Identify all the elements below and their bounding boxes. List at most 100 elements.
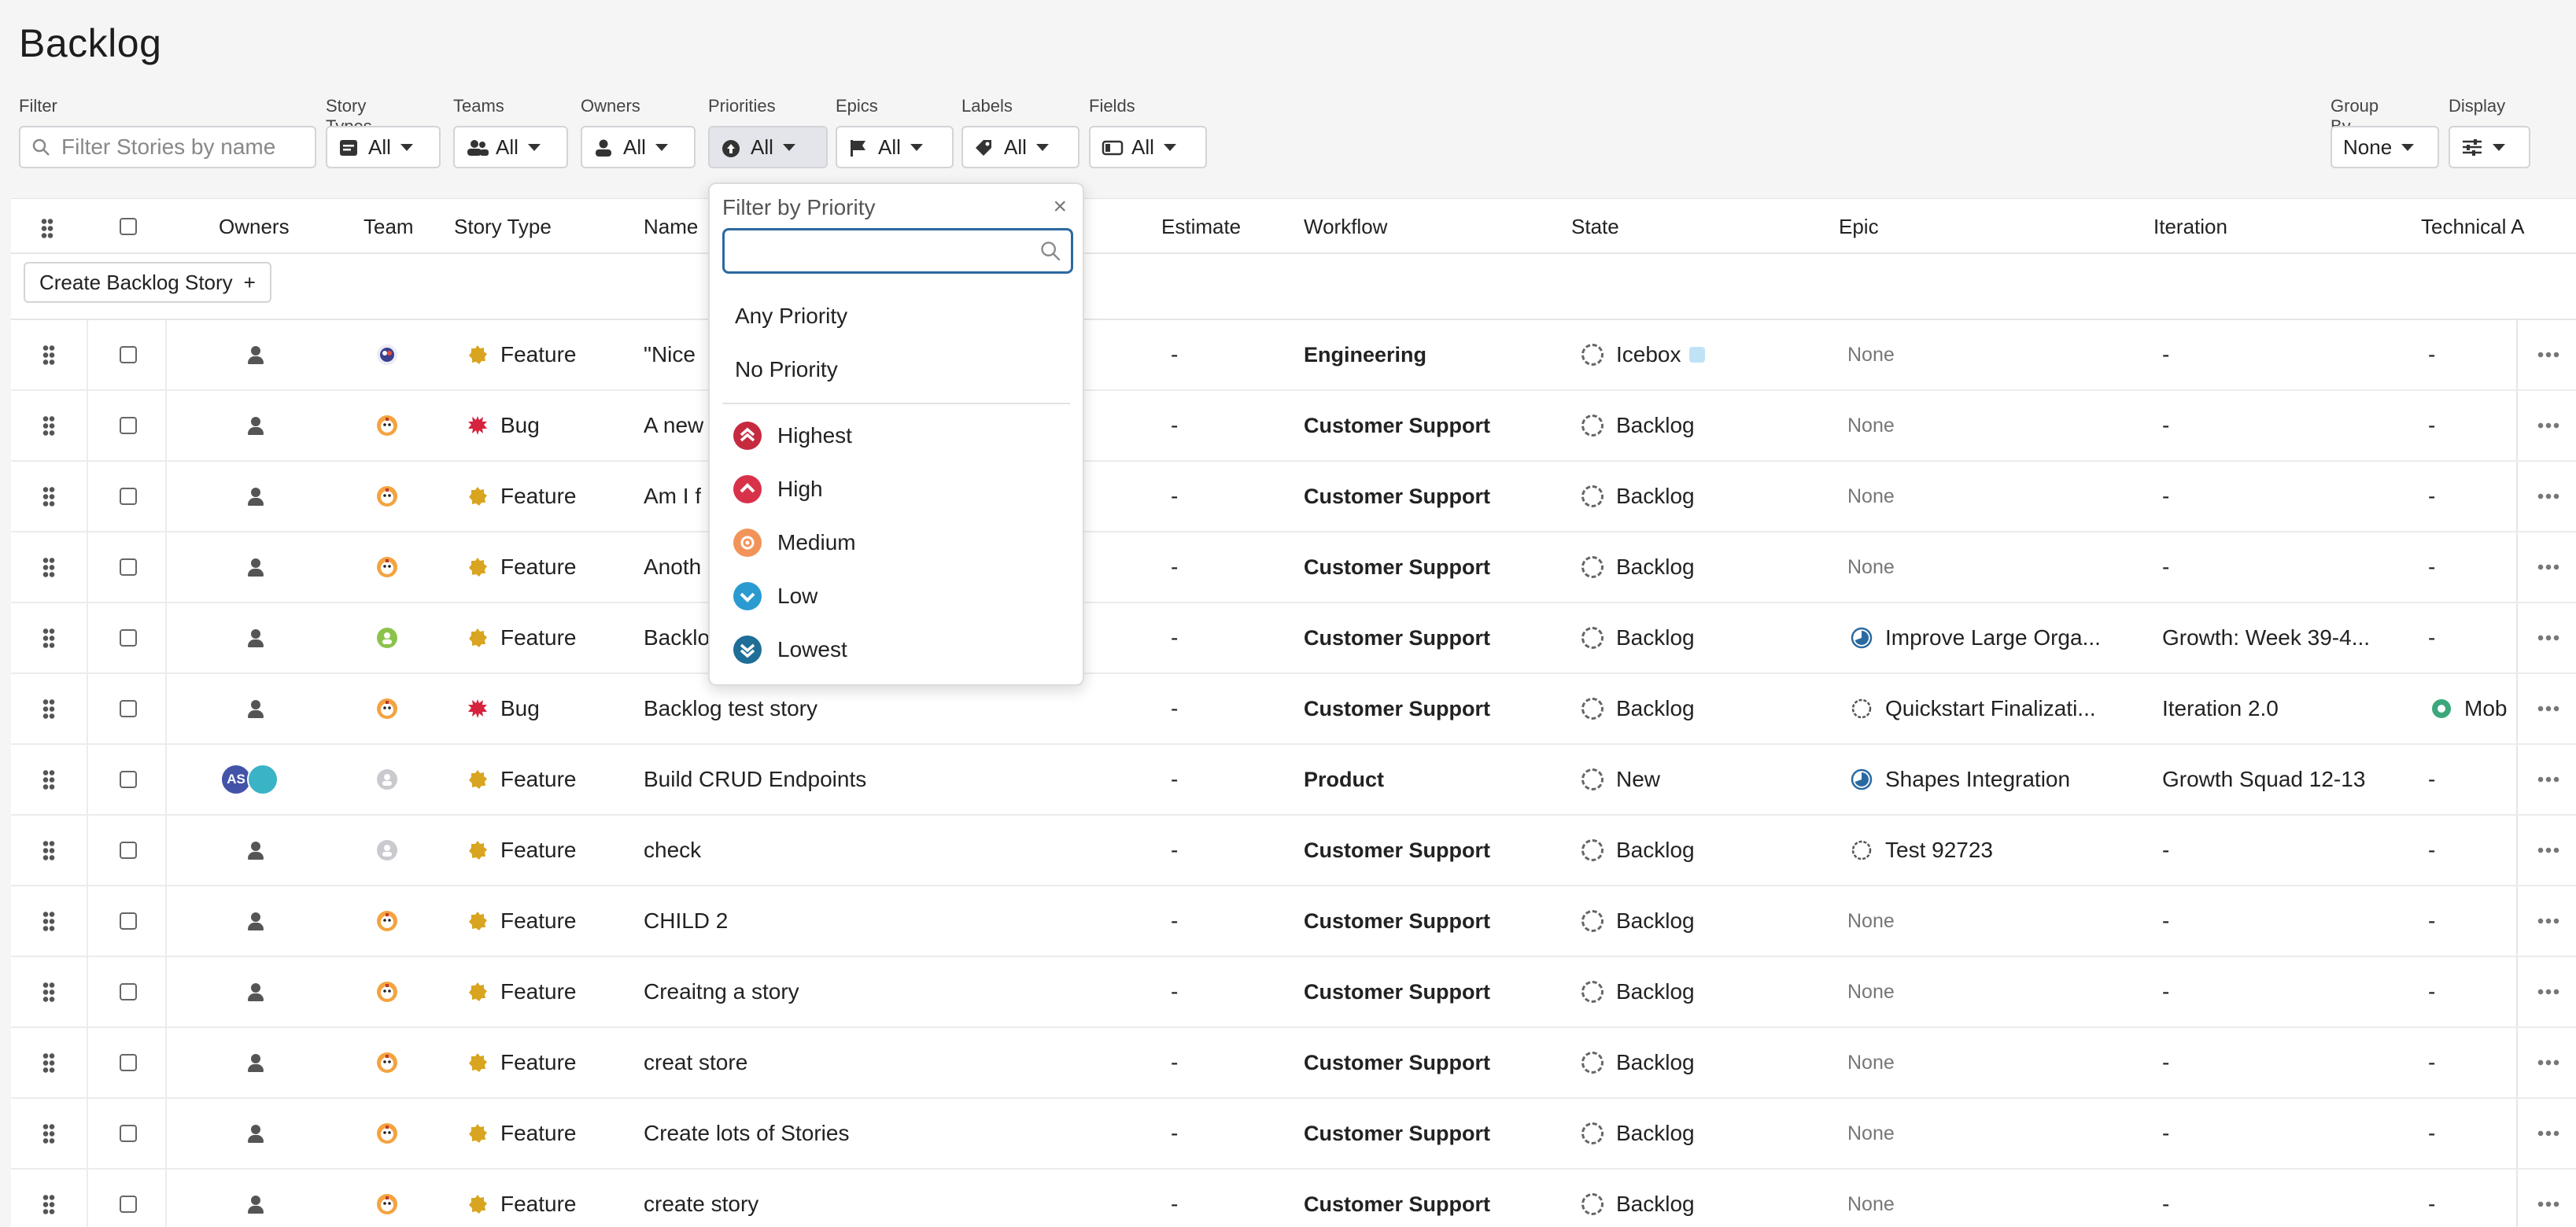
story-name-cell[interactable]: check: [644, 816, 701, 885]
owners-cell[interactable]: [245, 1099, 266, 1168]
epic-cell[interactable]: None: [1847, 957, 1895, 1026]
table-row[interactable]: Feature CHILD 2 - Customer Support Backlog No…: [11, 886, 2576, 957]
more-options-button[interactable]: [2537, 886, 2560, 956]
state-cell[interactable]: Backlog: [1581, 1028, 1695, 1097]
story-name-cell[interactable]: Create lots of Stories: [644, 1099, 849, 1168]
technical-area-cell[interactable]: -: [2428, 745, 2435, 814]
iteration-cell[interactable]: -: [2162, 532, 2169, 602]
column-header-owners[interactable]: Owners: [219, 199, 290, 254]
iteration-cell[interactable]: Iteration 2.0: [2162, 674, 2279, 743]
team-cell[interactable]: [376, 674, 398, 743]
more-options-button[interactable]: [2537, 957, 2560, 1026]
technical-area-cell[interactable]: -: [2428, 1099, 2435, 1168]
owners-cell[interactable]: [245, 674, 266, 743]
drag-handle[interactable]: [42, 320, 55, 389]
row-checkbox[interactable]: [120, 320, 137, 389]
estimate-cell[interactable]: -: [1171, 886, 1178, 956]
estimate-cell[interactable]: -: [1171, 320, 1178, 389]
story-name-cell[interactable]: CHILD 2: [644, 886, 728, 956]
technical-area-cell[interactable]: -: [2428, 391, 2435, 460]
drag-handle[interactable]: [42, 1028, 55, 1097]
more-options-button[interactable]: [2537, 816, 2560, 885]
story-name-cell[interactable]: Creaitng a story: [644, 957, 799, 1026]
close-icon[interactable]: ×: [1053, 193, 1067, 220]
row-checkbox[interactable]: [120, 886, 137, 956]
column-header-estimate[interactable]: Estimate: [1161, 199, 1241, 254]
priority-search-field[interactable]: [722, 228, 1073, 274]
table-row[interactable]: Feature "Nice - Engineering Icebox None - -: [11, 320, 2576, 391]
drag-handle[interactable]: [42, 603, 55, 672]
drag-handle[interactable]: [42, 674, 55, 743]
priority-option-low[interactable]: Low: [710, 571, 1083, 621]
table-row[interactable]: Feature Am I f - Customer Support Backlog Non…: [11, 462, 2576, 532]
state-cell[interactable]: Backlog: [1581, 1099, 1695, 1168]
team-cell[interactable]: [376, 816, 398, 885]
story-type-cell[interactable]: Feature: [467, 532, 577, 602]
technical-area-cell[interactable]: -: [2428, 603, 2435, 672]
row-checkbox[interactable]: [120, 1170, 137, 1227]
more-options-button[interactable]: [2537, 1170, 2560, 1227]
iteration-cell[interactable]: -: [2162, 1170, 2169, 1227]
more-options-button[interactable]: [2537, 674, 2560, 743]
drag-handle[interactable]: [42, 745, 55, 814]
team-cell[interactable]: [376, 320, 398, 389]
iteration-cell[interactable]: -: [2162, 816, 2169, 885]
row-checkbox[interactable]: [120, 462, 137, 531]
iteration-cell[interactable]: Growth: Week 39-4...: [2162, 603, 2370, 672]
owners-cell[interactable]: [245, 603, 266, 672]
table-row[interactable]: Feature create story - Customer Support Back…: [11, 1170, 2576, 1227]
story-type-cell[interactable]: Feature: [467, 462, 577, 531]
owners-cell[interactable]: [245, 1028, 266, 1097]
more-options-button[interactable]: [2537, 1028, 2560, 1097]
story-name-cell[interactable]: Am I f: [644, 462, 701, 531]
estimate-cell[interactable]: -: [1171, 1028, 1178, 1097]
story-search-field[interactable]: [19, 126, 316, 168]
epic-cell[interactable]: None: [1847, 391, 1895, 460]
estimate-cell[interactable]: -: [1171, 603, 1178, 672]
more-options-button[interactable]: [2537, 320, 2560, 389]
row-checkbox[interactable]: [120, 816, 137, 885]
group-by-dropdown[interactable]: None: [2331, 126, 2439, 168]
owners-cell[interactable]: [245, 886, 266, 956]
iteration-cell[interactable]: -: [2162, 1028, 2169, 1097]
team-cell[interactable]: [376, 1170, 398, 1227]
story-name-cell[interactable]: Backlo: [644, 603, 710, 672]
state-cell[interactable]: Backlog: [1581, 1170, 1695, 1227]
team-cell[interactable]: [376, 603, 398, 672]
technical-area-cell[interactable]: -: [2428, 532, 2435, 602]
iteration-cell[interactable]: -: [2162, 462, 2169, 531]
epic-cell[interactable]: None: [1847, 886, 1895, 956]
priority-option-highest[interactable]: Highest: [710, 411, 1083, 461]
drag-handle[interactable]: [42, 886, 55, 956]
table-row[interactable]: Feature check - Customer Support Backlog Test…: [11, 816, 2576, 886]
priority-search-input[interactable]: [731, 230, 1030, 270]
owners-cell[interactable]: [245, 391, 266, 460]
priority-option-medium[interactable]: Medium: [710, 518, 1083, 568]
story-types-filter-button[interactable]: All: [326, 126, 441, 168]
story-name-cell[interactable]: creat store: [644, 1028, 747, 1097]
drag-all-handle[interactable]: [41, 218, 54, 238]
owners-filter-button[interactable]: All: [581, 126, 696, 168]
epic-cell[interactable]: None: [1847, 532, 1895, 602]
table-row[interactable]: Feature Creaitng a story - Customer Support…: [11, 957, 2576, 1028]
drag-handle[interactable]: [42, 391, 55, 460]
column-header-name[interactable]: Name: [644, 199, 698, 254]
iteration-cell[interactable]: -: [2162, 320, 2169, 389]
priority-option-high[interactable]: High: [710, 464, 1083, 514]
story-type-cell[interactable]: Feature: [467, 603, 577, 672]
owners-cell[interactable]: [245, 320, 266, 389]
estimate-cell[interactable]: -: [1171, 391, 1178, 460]
estimate-cell[interactable]: -: [1171, 816, 1178, 885]
more-options-button[interactable]: [2537, 1099, 2560, 1168]
epic-cell[interactable]: None: [1847, 320, 1895, 389]
technical-area-cell[interactable]: -: [2428, 320, 2435, 389]
iteration-cell[interactable]: -: [2162, 1099, 2169, 1168]
team-cell[interactable]: [376, 532, 398, 602]
state-cell[interactable]: New: [1581, 745, 1660, 814]
iteration-cell[interactable]: -: [2162, 957, 2169, 1026]
create-backlog-story-button[interactable]: Create Backlog Story +: [24, 262, 271, 303]
priority-option-any[interactable]: Any Priority: [710, 291, 1083, 341]
technical-area-cell[interactable]: -: [2428, 816, 2435, 885]
estimate-cell[interactable]: -: [1171, 532, 1178, 602]
table-row[interactable]: AS Feature Build CRUD Endpoints - Product New…: [11, 745, 2576, 816]
